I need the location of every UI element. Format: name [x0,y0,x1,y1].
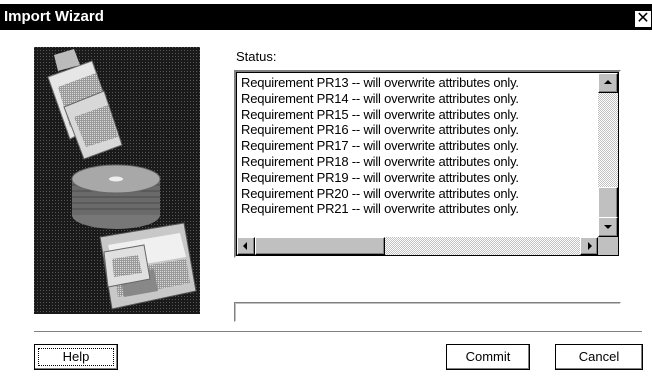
commit-button[interactable]: Commit [446,344,530,370]
scrollbar-corner [598,237,618,255]
list-item: Requirement PR17 -- will overwrite attri… [241,138,519,154]
scroll-down-arrow-icon [604,225,612,229]
help-button[interactable]: Help [34,344,118,370]
scroll-up-button[interactable] [598,73,618,93]
status-rows: Requirement PR13 -- will overwrite attri… [241,75,593,235]
list-item: Requirement PR14 -- will overwrite attri… [241,90,519,106]
list-item: Requirement PR18 -- will overwrite attri… [241,153,519,169]
close-button[interactable]: ✕ [634,10,652,28]
scroll-left-arrow-icon [243,242,247,250]
list-item: Requirement PR21 -- will overwrite attri… [241,201,519,217]
focus-rectangle [38,348,114,366]
close-icon: ✕ [636,8,650,27]
list-item: Requirement PR16 -- will overwrite attri… [241,122,519,138]
wizard-illustration-image [34,47,200,314]
vertical-scrollbar[interactable] [598,73,618,237]
scroll-right-button[interactable] [580,237,598,255]
scroll-right-arrow-icon [588,242,592,250]
button-separator [34,331,642,333]
scroll-up-arrow-icon [604,80,612,84]
list-item: Requirement PR20 -- will overwrite attri… [241,185,519,201]
status-list-frame: Requirement PR13 -- will overwrite attri… [236,72,619,256]
title-bar: Import Wizard ✕ [0,4,652,30]
horizontal-scrollbar[interactable] [237,237,598,255]
import-progress-bar [234,302,621,322]
horizontal-scroll-thumb[interactable] [255,237,385,255]
list-item: Requirement PR15 -- will overwrite attri… [241,106,519,122]
vertical-scroll-thumb[interactable] [598,187,618,219]
cancel-button[interactable]: Cancel [555,344,643,370]
list-item: Requirement PR13 -- will overwrite attri… [241,75,519,90]
list-item: Requirement PR19 -- will overwrite attri… [241,169,519,185]
scroll-down-button[interactable] [598,217,618,237]
wizard-illustration [34,47,200,314]
scroll-left-button[interactable] [237,237,255,255]
status-label: Status: [236,49,277,64]
status-list[interactable]: Requirement PR13 -- will overwrite attri… [234,70,621,258]
window-title: Import Wizard [4,8,104,25]
commit-button-label: Commit [465,349,511,364]
cancel-button-label: Cancel [578,349,620,364]
